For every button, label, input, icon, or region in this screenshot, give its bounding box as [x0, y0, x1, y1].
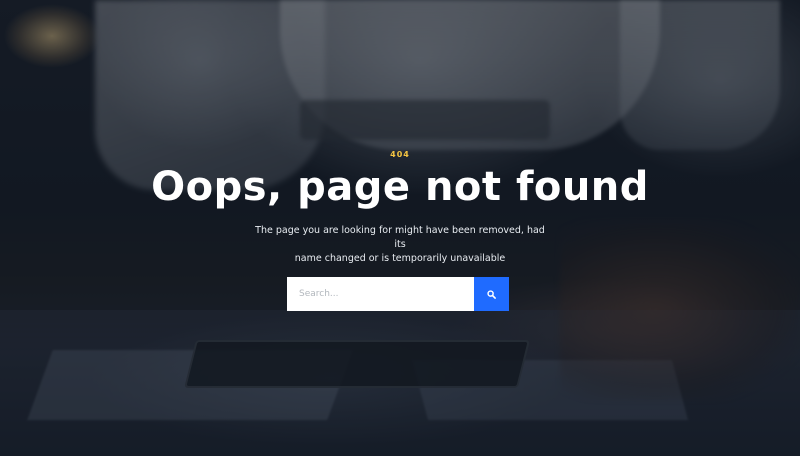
error-code: 404 — [390, 150, 410, 159]
search-icon — [487, 289, 496, 299]
search-input[interactable] — [287, 277, 474, 311]
hero-background: 404 Oops, page not found The page you ar… — [0, 0, 800, 456]
search-form — [287, 277, 509, 311]
search-button[interactable] — [474, 277, 509, 311]
error-content: 404 Oops, page not found The page you ar… — [0, 0, 800, 456]
error-message-line: name changed or is temporarily unavailab… — [294, 253, 506, 264]
error-message-line: The page you are looking for might have … — [255, 225, 545, 250]
error-message: The page you are looking for might have … — [250, 224, 550, 266]
page-title: Oops, page not found — [151, 164, 649, 210]
